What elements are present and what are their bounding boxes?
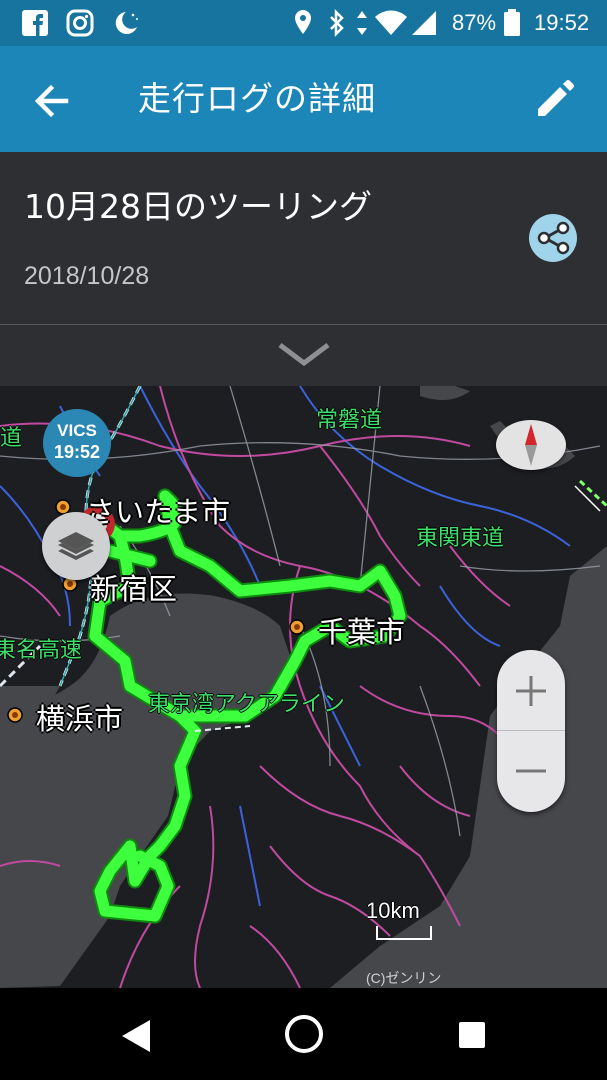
location-icon <box>295 10 311 34</box>
status-bar: 87% 19:52 <box>0 0 607 46</box>
map-copyright: (C)ゼンリン <box>366 970 442 986</box>
page-title: 走行ログの詳細 <box>138 79 376 118</box>
road-label-tomei: 東名高速 <box>0 638 83 663</box>
share-icon <box>537 221 570 255</box>
trip-header: 10月28日のツーリング 2018/10/28 <box>0 152 607 324</box>
share-button[interactable] <box>529 214 577 262</box>
facebook-icon <box>22 10 48 36</box>
clock: 19:52 <box>534 10 590 35</box>
arrow-back-icon[interactable] <box>30 79 74 123</box>
back-triangle-icon[interactable] <box>116 1016 156 1056</box>
home-circle-icon[interactable] <box>282 1012 326 1056</box>
compass-icon <box>525 424 537 466</box>
trip-date: 2018/10/28 <box>24 262 150 290</box>
wifi-icon <box>375 10 407 35</box>
scale-label: 10km <box>366 898 420 923</box>
city-pin <box>7 707 23 723</box>
signal-icon <box>412 11 436 35</box>
zoom-out-button[interactable] <box>497 731 565 811</box>
road-label-aqualine: 東京湾アクアライン <box>148 692 345 717</box>
pencil-icon[interactable] <box>532 78 576 122</box>
road-label-joban: 常磐道 <box>316 408 383 433</box>
bluetooth-icon <box>330 8 344 38</box>
compass-button[interactable] <box>496 420 566 470</box>
city-label-chiba: 千葉市 <box>318 615 406 649</box>
vics-label: VICS <box>57 421 97 440</box>
night-mode-icon <box>115 12 138 34</box>
battery-icon <box>504 9 520 36</box>
app-bar: 走行ログの詳細 <box>0 46 607 152</box>
city-label-yokohama: 横浜市 <box>36 702 124 736</box>
layers-icon <box>58 532 94 560</box>
plus-icon <box>516 676 546 706</box>
zoom-in-button[interactable] <box>497 650 565 730</box>
chevron-down-icon[interactable] <box>276 339 332 369</box>
instagram-icon <box>66 9 94 37</box>
recents-square-icon[interactable] <box>456 1019 488 1051</box>
trip-title: 10月28日のツーリング <box>24 187 372 226</box>
scale-bar <box>376 926 432 940</box>
expand-bar[interactable] <box>0 325 607 386</box>
data-arrows-icon <box>357 11 367 35</box>
road-label-edge: 道 <box>0 426 23 451</box>
navigation-bar <box>0 988 607 1080</box>
vics-time: 19:52 <box>53 442 101 462</box>
city-pin <box>289 619 305 635</box>
vics-badge[interactable]: VICS 19:52 <box>43 409 111 477</box>
minus-icon <box>516 769 546 773</box>
layer-button[interactable] <box>42 512 110 580</box>
road-label-higashikanto: 東関東道 <box>416 526 505 551</box>
zoom-control <box>497 650 565 812</box>
battery-percent: 87% <box>452 10 497 35</box>
